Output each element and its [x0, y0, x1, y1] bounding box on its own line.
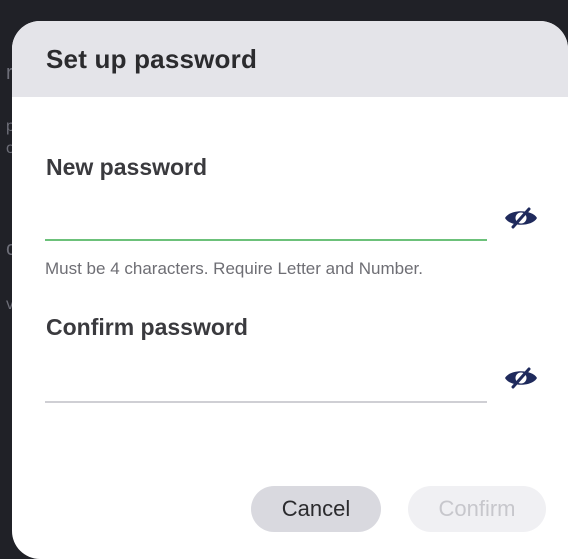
- confirm-button[interactable]: Confirm: [408, 486, 546, 532]
- set-up-password-dialog: Set up password New password Must be 4 c…: [12, 21, 568, 559]
- confirm-password-underline: [45, 401, 487, 403]
- new-password-helper-text: Must be 4 characters. Require Letter and…: [45, 259, 423, 278]
- confirm-password-input[interactable]: [45, 362, 487, 398]
- dialog-header: Set up password: [12, 21, 568, 97]
- cancel-button[interactable]: Cancel: [251, 486, 381, 532]
- new-password-input[interactable]: [45, 201, 487, 237]
- new-password-underline: [45, 239, 487, 241]
- confirm-password-visibility-toggle[interactable]: [498, 363, 544, 397]
- dialog-title: Set up password: [46, 43, 258, 74]
- new-password-visibility-toggle[interactable]: [498, 203, 544, 237]
- eye-slash-icon: [504, 367, 538, 394]
- eye-slash-icon: [504, 207, 538, 234]
- confirm-password-label: Confirm password: [46, 314, 248, 340]
- new-password-label: New password: [46, 154, 208, 180]
